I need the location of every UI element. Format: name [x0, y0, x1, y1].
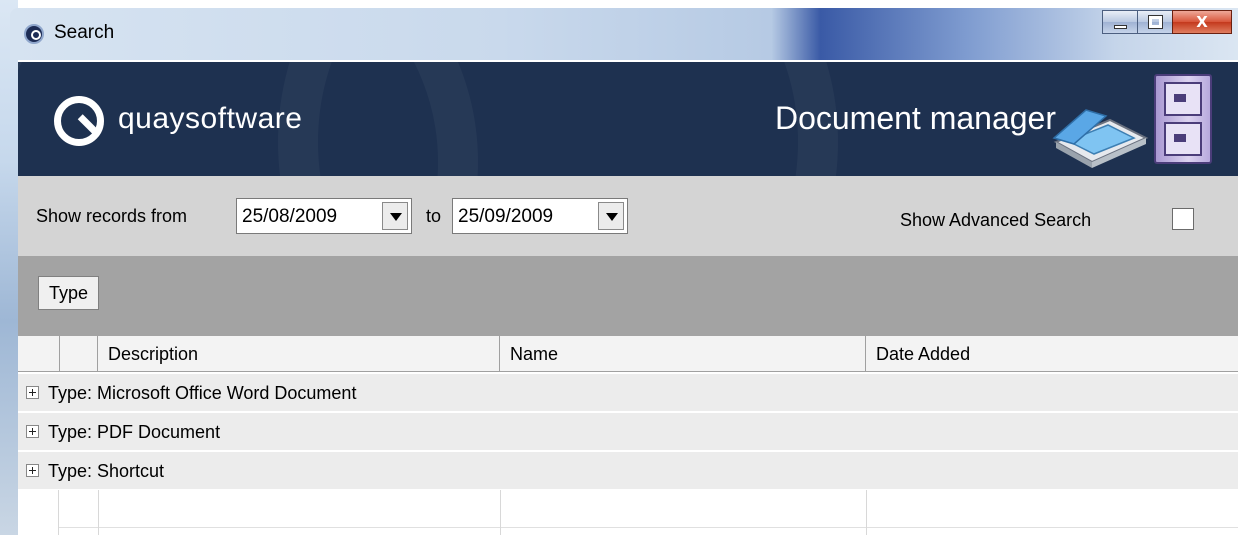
group-by-type-button[interactable]: Type: [38, 276, 100, 310]
from-label: Show records from: [36, 206, 188, 226]
to-date-value: 25/09/2009: [458, 206, 554, 227]
maximize-button[interactable]: [1137, 10, 1173, 34]
minimize-icon: [1114, 25, 1127, 29]
scanner-icon: [1052, 109, 1149, 168]
window-controls: X: [1102, 10, 1232, 34]
cabinet-drawer: [1164, 122, 1202, 156]
group-label: Type: Shortcut: [48, 461, 165, 481]
close-icon: X: [1196, 13, 1208, 31]
filter-bar: Show records from 25/08/2009 to 25/09/20…: [18, 176, 1238, 256]
from-date-value: 25/08/2009: [242, 206, 338, 227]
minimize-button[interactable]: [1102, 10, 1138, 34]
group-row[interactable]: Type: Microsoft Office Word Document: [18, 374, 1238, 412]
column-header-date-added[interactable]: Date Added: [866, 336, 1238, 372]
row-selector-header: [18, 336, 60, 372]
app-title: Document manager: [774, 100, 1056, 136]
to-date-dropdown[interactable]: 25/09/2009: [452, 198, 628, 234]
expand-icon[interactable]: [26, 425, 39, 438]
window-left-edge: [0, 0, 18, 535]
header-banner: quaysoftware Document manager: [18, 62, 1238, 176]
logo-text: quaysoftware: [118, 102, 303, 135]
banner-decoration: [278, 62, 838, 176]
window-title: Search: [54, 22, 115, 43]
chevron-down-icon[interactable]: [598, 202, 624, 230]
group-by-bar: Type: [18, 256, 1238, 336]
expand-icon[interactable]: [26, 464, 39, 477]
cabinet-drawer: [1164, 82, 1202, 116]
empty-row: [58, 490, 1238, 528]
advanced-search-label: Show Advanced Search: [900, 210, 1092, 230]
maximize-icon: [1148, 15, 1163, 29]
column-header-description[interactable]: Description: [98, 336, 500, 372]
to-label: to: [426, 206, 442, 226]
grid-header: Description Name Date Added: [18, 336, 1238, 372]
group-row[interactable]: Type: Shortcut: [18, 452, 1238, 490]
column-header-name[interactable]: Name: [500, 336, 866, 372]
close-button[interactable]: X: [1172, 10, 1232, 34]
grid-line: [866, 490, 867, 535]
from-date-dropdown[interactable]: 25/08/2009: [236, 198, 412, 234]
group-label: Type: Microsoft Office Word Document: [48, 383, 357, 403]
results-grid: Description Name Date Added Type: Micros…: [18, 336, 1238, 535]
quaysoftware-logo-icon: [54, 96, 104, 146]
grid-line: [98, 490, 99, 535]
expand-icon[interactable]: [26, 386, 39, 399]
advanced-search-checkbox[interactable]: [1172, 208, 1194, 230]
search-window: Search X quaysoftware Document manager S…: [0, 0, 1238, 535]
app-logo-icon: [24, 24, 44, 44]
title-bar[interactable]: Search X: [10, 8, 1238, 60]
grid-line: [500, 490, 501, 535]
group-label: Type: PDF Document: [48, 422, 221, 442]
group-row[interactable]: Type: PDF Document: [18, 413, 1238, 451]
file-cabinet-icon: [1154, 74, 1212, 164]
chevron-down-icon[interactable]: [382, 202, 408, 230]
row-indicator-header: [60, 336, 98, 372]
grid-line: [58, 490, 59, 535]
